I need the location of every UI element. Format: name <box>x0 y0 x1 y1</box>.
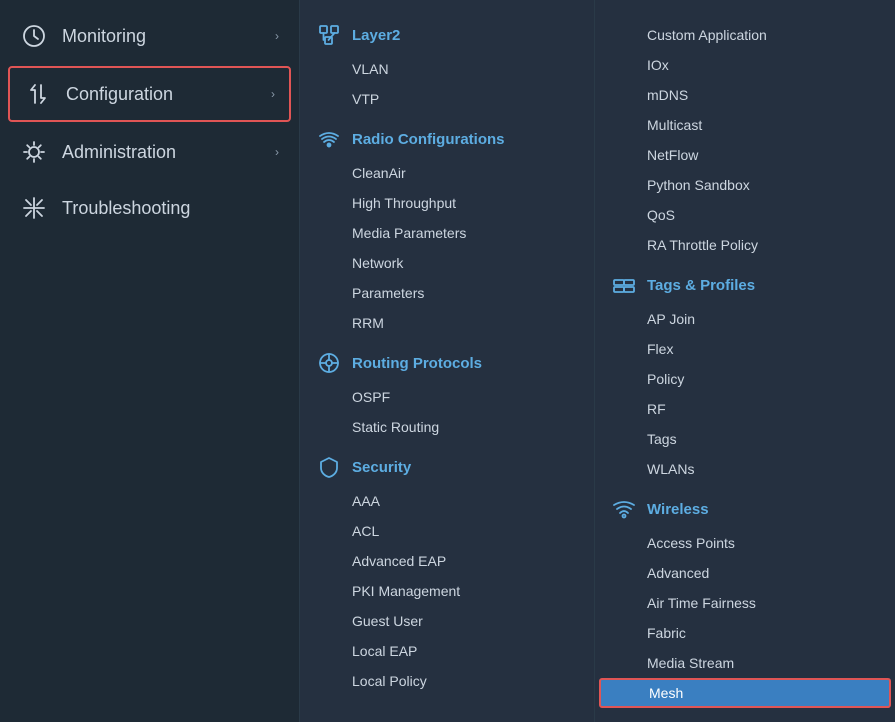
routing-title: Routing Protocols <box>352 355 482 372</box>
menu-media-stream[interactable]: Media Stream <box>595 648 895 678</box>
administration-chevron: › <box>275 145 279 159</box>
layer2-icon <box>316 22 342 48</box>
configuration-chevron: › <box>271 87 275 101</box>
sidebar-item-administration[interactable]: Administration › <box>0 124 299 180</box>
section-wireless-header: Wireless <box>595 484 895 528</box>
menu-rf[interactable]: RF <box>595 394 895 424</box>
troubleshooting-label: Troubleshooting <box>62 198 279 219</box>
menu-vtp[interactable]: VTP <box>300 84 594 114</box>
wireless-title: Wireless <box>647 501 709 518</box>
administration-label: Administration <box>62 142 261 163</box>
menu-ra-throttle-policy[interactable]: RA Throttle Policy <box>595 230 895 260</box>
menu-aaa[interactable]: AAA <box>300 486 594 516</box>
menu-custom-application[interactable]: Custom Application <box>595 20 895 50</box>
menu-pki-management[interactable]: PKI Management <box>300 576 594 606</box>
menu-parameters[interactable]: Parameters <box>300 278 594 308</box>
menu-fabric[interactable]: Fabric <box>595 618 895 648</box>
menu-qos[interactable]: QoS <box>595 200 895 230</box>
layer2-title: Layer2 <box>352 27 400 44</box>
configuration-icon <box>24 80 52 108</box>
menu-access-points[interactable]: Access Points <box>595 528 895 558</box>
configuration-label: Configuration <box>66 84 257 105</box>
menu-high-throughput[interactable]: High Throughput <box>300 188 594 218</box>
sidebar-item-configuration[interactable]: Configuration › <box>8 66 291 122</box>
routing-icon <box>316 350 342 376</box>
monitoring-icon <box>20 22 48 50</box>
menu-mesh[interactable]: Mesh <box>599 678 891 708</box>
wireless-icon <box>611 496 637 522</box>
security-icon <box>316 454 342 480</box>
menu-advanced[interactable]: Advanced <box>595 558 895 588</box>
tags-icon <box>611 272 637 298</box>
monitoring-chevron: › <box>275 29 279 43</box>
menu-ap-join[interactable]: AP Join <box>595 304 895 334</box>
section-layer2-header: Layer2 <box>300 10 594 54</box>
troubleshooting-icon <box>20 194 48 222</box>
menu-ospf[interactable]: OSPF <box>300 382 594 412</box>
menu-rrm[interactable]: RRM <box>300 308 594 338</box>
right-column: Custom Application IOx mDNS Multicast Ne… <box>595 0 895 722</box>
menu-wlans[interactable]: WLANs <box>595 454 895 484</box>
menu-multicast[interactable]: Multicast <box>595 110 895 140</box>
menu-acl[interactable]: ACL <box>300 516 594 546</box>
menu-air-time-fairness[interactable]: Air Time Fairness <box>595 588 895 618</box>
menu-mdns[interactable]: mDNS <box>595 80 895 110</box>
administration-icon <box>20 138 48 166</box>
menu-iox[interactable]: IOx <box>595 50 895 80</box>
menu-python-sandbox[interactable]: Python Sandbox <box>595 170 895 200</box>
security-title: Security <box>352 459 411 476</box>
menu-media-parameters[interactable]: Media Parameters <box>300 218 594 248</box>
menu-policy[interactable]: Policy <box>595 364 895 394</box>
menu-vlan[interactable]: VLAN <box>300 54 594 84</box>
menu-flex[interactable]: Flex <box>595 334 895 364</box>
section-routing-header: Routing Protocols <box>300 338 594 382</box>
menu-network[interactable]: Network <box>300 248 594 278</box>
menu-advanced-eap[interactable]: Advanced EAP <box>300 546 594 576</box>
section-tags-header: Tags & Profiles <box>595 260 895 304</box>
menu-guest-user[interactable]: Guest User <box>300 606 594 636</box>
menu-static-routing[interactable]: Static Routing <box>300 412 594 442</box>
section-radio-header: Radio Configurations <box>300 114 594 158</box>
menu-local-eap[interactable]: Local EAP <box>300 636 594 666</box>
middle-column: Layer2 VLAN VTP Radio Configurations Cle… <box>300 0 595 722</box>
section-security-header: Security <box>300 442 594 486</box>
menu-tags[interactable]: Tags <box>595 424 895 454</box>
radio-icon <box>316 126 342 152</box>
radio-title: Radio Configurations <box>352 131 505 148</box>
tags-title: Tags & Profiles <box>647 277 755 294</box>
menu-cleanair[interactable]: CleanAir <box>300 158 594 188</box>
menu-netflow[interactable]: NetFlow <box>595 140 895 170</box>
sidebar: Monitoring › Configuration › Administrat… <box>0 0 300 722</box>
menu-local-policy[interactable]: Local Policy <box>300 666 594 696</box>
sidebar-item-monitoring[interactable]: Monitoring › <box>0 8 299 64</box>
monitoring-label: Monitoring <box>62 26 261 47</box>
sidebar-item-troubleshooting[interactable]: Troubleshooting <box>0 180 299 236</box>
